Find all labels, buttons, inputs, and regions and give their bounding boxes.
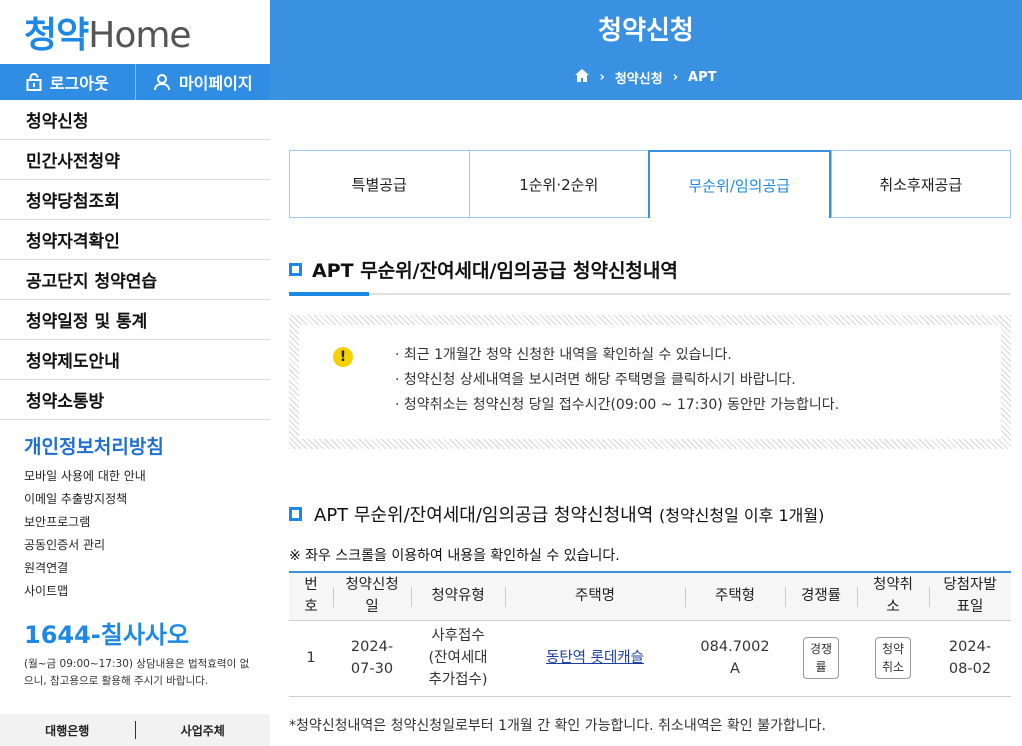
sub-link-remote[interactable]: 원격연결: [24, 557, 270, 580]
menu-item-community[interactable]: 청약소통방: [0, 380, 270, 420]
contact-note: (월~금 09:00~17:30) 상담내용은 법적효력이 없으니, 참고용으로…: [24, 658, 250, 687]
menu-item-qualify[interactable]: 청약자격확인: [0, 220, 270, 260]
main-menu: 청약신청 민간사전청약 청약당첨조회 청약자격확인 공고단지 청약연습 청약일정…: [0, 100, 270, 420]
cell-house: 동탄역 롯데캐슬: [505, 620, 685, 697]
exclamation-icon: !: [333, 347, 353, 367]
breadcrumb: › 청약신청 › APT: [270, 68, 1022, 87]
mypage-button[interactable]: 마이페이지: [136, 64, 271, 100]
sub-link-mobile[interactable]: 모바일 사용에 대한 안내: [24, 465, 270, 488]
logo-part2: Home: [88, 15, 191, 56]
bottom-bar: 대행은행 사업주체: [0, 714, 270, 746]
history-title: APT 무순위/잔여세대/임의공급 청약신청내역 (청약신청일 이후 1개월): [289, 501, 1011, 527]
menu-item-win-check[interactable]: 청약당첨조회: [0, 180, 270, 220]
sub-link-cert[interactable]: 공동인증서 관리: [24, 534, 270, 557]
agent-bank-link[interactable]: 대행은행: [0, 722, 135, 739]
cell-house-type: 084.7002 A: [685, 620, 785, 697]
sub-link-security[interactable]: 보안프로그램: [24, 511, 270, 534]
house-name-link[interactable]: 동탄역 롯데캐슬: [546, 650, 644, 666]
sub-link-sitemap[interactable]: 사이트맵: [24, 580, 270, 603]
tab-bar: 특별공급 1순위·2순위 무순위/임의공급 취소후재공급: [289, 150, 1011, 218]
business-entity-link[interactable]: 사업주체: [136, 722, 271, 739]
cancel-apply-button[interactable]: 청약 취소: [874, 637, 912, 679]
breadcrumb-item-apt[interactable]: APT: [688, 70, 716, 85]
menu-item-private-pre[interactable]: 민간사전청약: [0, 140, 270, 180]
cell-no: 1: [289, 620, 333, 697]
col-cancel: 청약취 소: [857, 571, 929, 621]
login-bar: 로그아웃 마이페이지: [0, 64, 270, 100]
cell-date: 2024- 07-30: [333, 620, 411, 697]
sidebar: 청약Home 로그아웃 마이페이지 청약신청 민간사전청약 청약당첨조회 청약자…: [0, 0, 270, 746]
menu-item-practice[interactable]: 공고단지 청약연습: [0, 260, 270, 300]
section-title: APT 무순위/잔여세대/임의공급 청약신청내역: [289, 256, 1011, 283]
chevron-right-icon: ›: [672, 70, 679, 85]
tab-unranked[interactable]: 무순위/임의공급: [648, 150, 831, 218]
privacy-policy-link[interactable]: 개인정보처리방침: [0, 432, 270, 459]
page-header: 청약신청 › 청약신청 › APT: [270, 0, 1022, 100]
square-bullet-icon: [289, 263, 302, 276]
menu-item-apply[interactable]: 청약신청: [0, 100, 270, 140]
col-house-type: 주택형: [685, 571, 785, 621]
mypage-label: 마이페이지: [178, 74, 253, 93]
tab-resupply[interactable]: 취소후재공급: [830, 150, 1011, 218]
competition-button[interactable]: 경쟁 률: [802, 637, 840, 679]
chevron-right-icon: ›: [599, 70, 605, 85]
col-no: 번 호: [289, 571, 333, 621]
menu-item-guide[interactable]: 청약제도안내: [0, 340, 270, 380]
cell-announce: 2024- 08-02: [929, 620, 1011, 697]
cell-type: 사후접수 (잔여세대 추가접수): [411, 620, 505, 697]
notice-line-1: · 최근 1개월간 청약 신청한 내역을 확인하실 수 있습니다.: [395, 347, 732, 363]
tab-rank-1-2[interactable]: 1순위·2순위: [468, 150, 648, 218]
cell-competition: 경쟁 률: [785, 620, 857, 697]
user-icon: [153, 73, 171, 91]
section-underline: [289, 292, 1011, 296]
breadcrumb-item-apply[interactable]: 청약신청: [615, 68, 663, 87]
sub-links: 모바일 사용에 대한 안내 이메일 추출방지정책 보안프로그램 공동인증서 관리…: [0, 465, 270, 603]
col-announce: 당첨자발 표일: [929, 571, 1011, 621]
table-row: 1 2024- 07-30 사후접수 (잔여세대 추가접수) 동탄역 롯데캐슬 …: [289, 620, 1011, 697]
cell-cancel: 청약 취소: [857, 620, 929, 697]
col-type: 청약유형: [411, 571, 505, 621]
col-house: 주택명: [505, 571, 685, 621]
page-title: 청약신청: [598, 16, 694, 46]
menu-item-schedule[interactable]: 청약일정 및 통계: [0, 300, 270, 340]
history-title-text: APT 무순위/잔여세대/임의공급 청약신청내역 (청약신청일 이후 1개월): [314, 505, 825, 526]
logout-label: 로그아웃: [49, 74, 109, 93]
notice-box: ! · 최근 1개월간 청약 신청한 내역을 확인하실 수 있습니다. · 청약…: [289, 315, 1011, 449]
tab-special-supply[interactable]: 특별공급: [289, 150, 469, 218]
col-competition: 경쟁률: [785, 571, 857, 621]
sub-link-email[interactable]: 이메일 추출방지정책: [24, 488, 270, 511]
footer-note: *청약신청내역은 청약신청일로부터 1개월 간 확인 가능합니다. 취소내역은 …: [289, 717, 826, 734]
logo-part1: 청약: [24, 15, 89, 56]
main-content: 특별공급 1순위·2순위 무순위/임의공급 취소후재공급 APT 무순위/잔여세…: [289, 150, 1011, 735]
notice-line-2: · 청약신청 상세내역을 보시려면 해당 주택명을 클릭하시기 바랍니다.: [395, 372, 796, 388]
history-table: 번 호 청약신청 일 청약유형 주택명 주택형 경쟁률 청약취 소 당첨자발 표…: [289, 571, 1011, 697]
logout-button[interactable]: 로그아웃: [0, 64, 136, 100]
col-date: 청약신청 일: [333, 571, 411, 621]
home-icon[interactable]: [575, 69, 590, 86]
scroll-note: ※ 좌우 스크롤을 이용하여 내용을 확인하실 수 있습니다.: [289, 548, 620, 564]
lock-icon: [26, 73, 42, 91]
logo[interactable]: 청약Home: [0, 0, 270, 64]
notice-line-3: · 청약취소는 청약신청 당일 접수시간(09:00 ~ 17:30) 동안만 …: [395, 397, 840, 413]
section-title-text: APT 무순위/잔여세대/임의공급 청약신청내역: [312, 260, 678, 282]
square-bullet-icon: [289, 507, 302, 521]
contact-phone: 1644-칠사사오: [24, 621, 190, 649]
